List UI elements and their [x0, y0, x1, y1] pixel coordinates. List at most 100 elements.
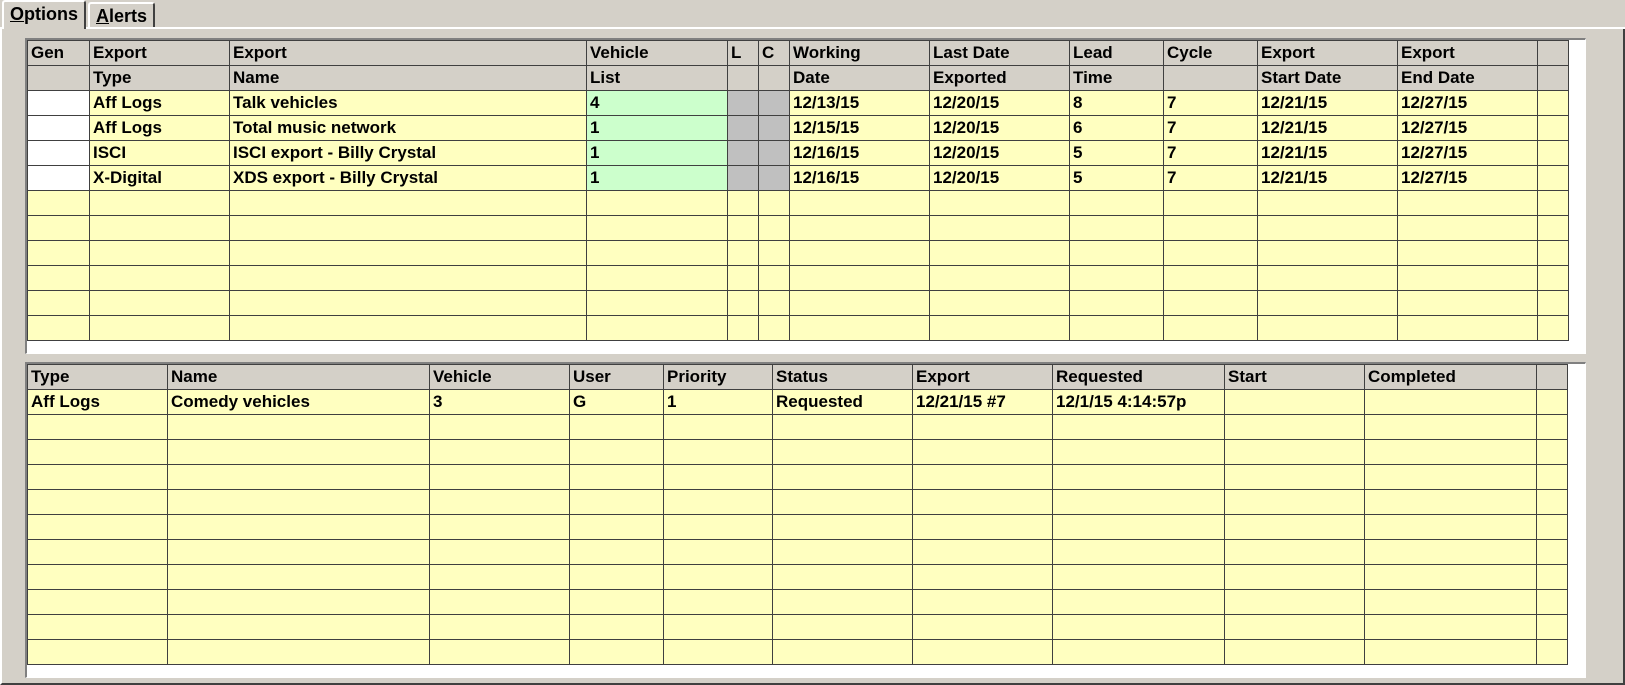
table-cell[interactable]: [912, 639, 1053, 665]
table-cell[interactable]: Requested: [772, 389, 913, 415]
table-cell[interactable]: [569, 614, 664, 640]
tab-options[interactable]: Options: [2, 0, 87, 29]
table-cell[interactable]: [1397, 215, 1538, 241]
table-cell[interactable]: [1364, 464, 1537, 490]
table-cell[interactable]: [1069, 240, 1164, 266]
table-cell[interactable]: 12/16/15: [789, 165, 930, 191]
table-cell[interactable]: [27, 265, 90, 291]
table-cell[interactable]: [1536, 639, 1568, 665]
table-cell[interactable]: [1364, 389, 1537, 415]
table-cell[interactable]: [229, 265, 587, 291]
table-cell[interactable]: [1163, 290, 1258, 316]
table-cell[interactable]: [1224, 514, 1365, 540]
table-cell[interactable]: [663, 539, 773, 565]
table-row[interactable]: [27, 464, 1568, 490]
table-cell[interactable]: [1537, 215, 1569, 241]
table-cell[interactable]: [27, 315, 90, 341]
table-cell[interactable]: 12/21/15: [1257, 140, 1398, 166]
table-cell[interactable]: [229, 240, 587, 266]
table-cell[interactable]: [758, 315, 790, 341]
table-cell[interactable]: [727, 265, 759, 291]
table-cell[interactable]: [912, 464, 1053, 490]
table-row[interactable]: [27, 439, 1568, 465]
table-cell[interactable]: [789, 290, 930, 316]
table-cell[interactable]: [929, 240, 1070, 266]
table-cell[interactable]: [1364, 614, 1537, 640]
table-cell[interactable]: [912, 514, 1053, 540]
table-cell[interactable]: [758, 215, 790, 241]
table-cell[interactable]: [772, 564, 913, 590]
table-cell[interactable]: [569, 589, 664, 615]
table-cell[interactable]: [1536, 539, 1568, 565]
table-cell[interactable]: [429, 564, 570, 590]
table-cell[interactable]: [1537, 290, 1569, 316]
table-cell[interactable]: [1163, 215, 1258, 241]
table-cell[interactable]: [1052, 464, 1225, 490]
table-cell[interactable]: 5: [1069, 165, 1164, 191]
table-cell[interactable]: [27, 539, 168, 565]
table-row[interactable]: [27, 290, 1569, 316]
table-cell[interactable]: [569, 639, 664, 665]
table-cell[interactable]: [1069, 315, 1164, 341]
table-cell[interactable]: [663, 614, 773, 640]
table-cell[interactable]: [167, 464, 430, 490]
table-cell[interactable]: [27, 464, 168, 490]
table-cell[interactable]: [727, 140, 759, 166]
table-cell[interactable]: 1: [586, 115, 728, 141]
table-cell[interactable]: [758, 290, 790, 316]
table-cell[interactable]: [1364, 539, 1537, 565]
table-cell[interactable]: 1: [586, 165, 728, 191]
table-cell[interactable]: [758, 240, 790, 266]
table-cell[interactable]: [586, 290, 728, 316]
table-cell[interactable]: [772, 589, 913, 615]
table-cell[interactable]: [1052, 514, 1225, 540]
table-cell[interactable]: ISCI: [89, 140, 230, 166]
table-cell[interactable]: [1052, 589, 1225, 615]
table-cell[interactable]: Talk vehicles: [229, 90, 587, 116]
table-row[interactable]: [27, 614, 1568, 640]
table-cell[interactable]: [586, 215, 728, 241]
table-cell[interactable]: 6: [1069, 115, 1164, 141]
table-cell[interactable]: [1163, 315, 1258, 341]
table-cell[interactable]: Aff Logs: [27, 389, 168, 415]
table-cell[interactable]: 1: [586, 140, 728, 166]
table-cell[interactable]: [27, 564, 168, 590]
table-cell[interactable]: [167, 514, 430, 540]
table-cell[interactable]: G: [569, 389, 664, 415]
table-cell[interactable]: [727, 315, 759, 341]
table-cell[interactable]: [167, 639, 430, 665]
table-cell[interactable]: [586, 190, 728, 216]
table-cell[interactable]: [429, 639, 570, 665]
table-cell[interactable]: [27, 589, 168, 615]
table-cell[interactable]: [912, 489, 1053, 515]
table-cell[interactable]: [1257, 240, 1398, 266]
table-row[interactable]: [27, 265, 1569, 291]
table-cell[interactable]: [27, 215, 90, 241]
table-cell[interactable]: 12/21/15 #7: [912, 389, 1053, 415]
table-cell[interactable]: [929, 290, 1070, 316]
table-cell[interactable]: [1257, 215, 1398, 241]
table-cell[interactable]: [1536, 564, 1568, 590]
table-cell[interactable]: [1052, 489, 1225, 515]
table-cell[interactable]: [1224, 614, 1365, 640]
table-cell[interactable]: [929, 190, 1070, 216]
table-cell[interactable]: [772, 514, 913, 540]
table-cell[interactable]: [89, 290, 230, 316]
table-cell[interactable]: [429, 489, 570, 515]
table-cell[interactable]: [27, 165, 90, 191]
table-cell[interactable]: [27, 190, 90, 216]
table-row[interactable]: [27, 514, 1568, 540]
table-cell[interactable]: [663, 514, 773, 540]
table-cell[interactable]: [1052, 639, 1225, 665]
table-cell[interactable]: 7: [1163, 140, 1258, 166]
table-cell[interactable]: [1069, 290, 1164, 316]
table-cell[interactable]: [1537, 165, 1569, 191]
table-cell[interactable]: 12/20/15: [929, 115, 1070, 141]
table-cell[interactable]: [1364, 514, 1537, 540]
table-cell[interactable]: [27, 639, 168, 665]
table-cell[interactable]: [1537, 190, 1569, 216]
table-cell[interactable]: [727, 240, 759, 266]
table-cell[interactable]: [167, 439, 430, 465]
table-cell[interactable]: [569, 439, 664, 465]
table-row[interactable]: [27, 414, 1568, 440]
